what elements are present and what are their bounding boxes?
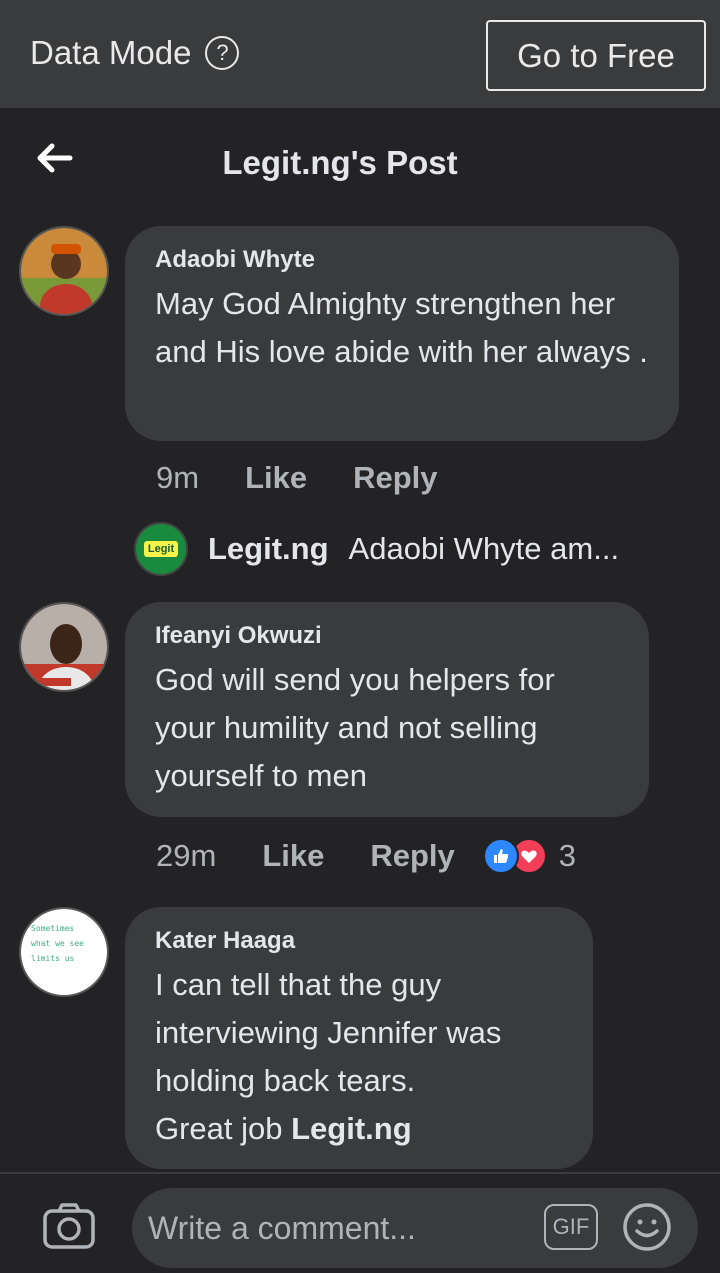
- comment-author[interactable]: Kater Haaga: [155, 927, 563, 955]
- comment-input[interactable]: [132, 1188, 698, 1268]
- help-icon[interactable]: ?: [205, 36, 240, 70]
- avatar-kater-haaga[interactable]: Sometimes what we see limits us: [19, 907, 109, 997]
- like-reaction-icon: [482, 838, 519, 874]
- comment-text: May God Almighty strengthen her and His …: [155, 286, 648, 369]
- reply-button[interactable]: Reply: [353, 460, 437, 496]
- comment-text-prefix: Great job: [155, 1111, 292, 1146]
- data-mode-label: Data Mode: [30, 34, 192, 71]
- avatar-image: [21, 604, 107, 690]
- avatar-ifeanyi-okwuzi[interactable]: [19, 602, 109, 692]
- data-mode-label-group[interactable]: Data Mode ?: [30, 34, 240, 72]
- avatar-legit-ng[interactable]: Legit: [134, 522, 188, 576]
- avatar-adaobi-whyte[interactable]: [19, 226, 109, 316]
- comment-bubble[interactable]: Adaobi Whyte May God Almighty strengthen…: [125, 226, 679, 441]
- legit-logo: Legit: [143, 541, 179, 557]
- reaction-count: 3: [558, 838, 577, 873]
- post-header: Legit.ng's Post: [0, 108, 720, 208]
- reply-preview[interactable]: Legit Legit.ng Adaobi Whyte am...: [134, 522, 619, 576]
- emoji-icon[interactable]: [622, 1202, 672, 1252]
- reply-author[interactable]: Legit.ng: [208, 531, 329, 567]
- camera-icon[interactable]: [42, 1202, 96, 1250]
- gif-icon[interactable]: GIF: [544, 1204, 598, 1250]
- comment-author[interactable]: Ifeanyi Okwuzi: [155, 622, 619, 650]
- data-mode-bar: Data Mode ? Go to Free: [0, 0, 720, 108]
- like-button[interactable]: Like: [262, 838, 324, 874]
- comment-time[interactable]: 29m: [156, 838, 216, 874]
- reply-button[interactable]: Reply: [370, 838, 454, 874]
- comment-time[interactable]: 9m: [156, 460, 199, 496]
- comment-actions: 9m Like Reply: [156, 460, 438, 496]
- mention-link[interactable]: Legit.ng: [291, 1111, 412, 1146]
- page-title: Legit.ng's Post: [222, 144, 458, 181]
- comment-bubble[interactable]: Kater Haaga I can tell that the guy inte…: [125, 907, 593, 1169]
- reaction-summary[interactable]: 3: [482, 838, 577, 874]
- avatar-quote-text: Sometimes what we see limits us: [31, 924, 84, 963]
- comment-actions: 29m Like Reply 3: [156, 838, 576, 874]
- comment-composer: GIF: [0, 1172, 720, 1273]
- comment-author[interactable]: Adaobi Whyte: [155, 246, 649, 274]
- like-button[interactable]: Like: [245, 460, 307, 496]
- comment-text: I can tell that the guy interviewing Jen…: [155, 961, 563, 1153]
- comment-text: God will send you helpers for your humil…: [155, 662, 555, 793]
- go-to-free-button[interactable]: Go to Free: [486, 20, 706, 91]
- reply-text: Adaobi Whyte am...: [348, 531, 620, 566]
- avatar-image: [21, 228, 107, 314]
- comment-text-body: I can tell that the guy interviewing Jen…: [155, 967, 502, 1098]
- comment-bubble[interactable]: Ifeanyi Okwuzi God will send you helpers…: [125, 602, 649, 817]
